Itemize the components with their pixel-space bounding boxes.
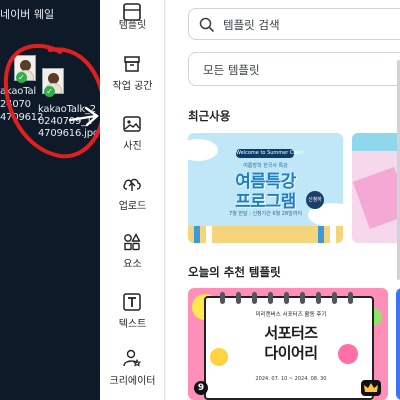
rail-item-elements[interactable]: 요소	[100, 228, 165, 284]
recent-section-title: 최근사용	[188, 109, 231, 123]
recommended-template-card-2[interactable]	[396, 288, 400, 400]
template-panel: 모든 템플릿 최근사용 Welcome to Summer Class 여름방학…	[166, 0, 400, 400]
diary-title-line1: 서포터즈	[264, 324, 318, 342]
rail-item-label: 요소	[123, 259, 142, 270]
file-label: 0240709_1	[38, 116, 93, 127]
rail-item-label: 작업 공간	[112, 81, 153, 92]
desktop-app-label[interactable]: 네이버 웨일	[0, 6, 54, 22]
rail-item-creator[interactable]: 크리에이터	[100, 346, 165, 400]
sync-check-icon: ✓	[16, 72, 27, 83]
rail-item-label: 업로드	[118, 201, 147, 212]
summer-apply-badge: 신청하기	[306, 191, 324, 221]
rail-item-label: 크리에이터	[109, 376, 156, 387]
upload-icon	[123, 178, 141, 191]
template-search-input[interactable]	[223, 15, 400, 35]
rail-item-label: 템플릿	[118, 20, 147, 31]
image-icon	[123, 116, 141, 132]
file-label: 24070	[0, 99, 31, 110]
rail-item-photo[interactable]: 사진	[100, 110, 165, 166]
cloud-decoration	[188, 139, 218, 161]
rail-item-label: 텍스트	[118, 319, 147, 330]
smiley-sticker	[210, 348, 228, 366]
diary-small-text: 미리캔버스 서포터즈 활동 후기	[255, 312, 327, 318]
folder-icon	[124, 56, 140, 72]
rail-item-workspace[interactable]: 작업 공간	[100, 50, 165, 106]
tool-rail: 템플릿 작업 공간 사진 업로드 요소 텍스트 크리에이터	[100, 0, 165, 400]
summer-badge: Welcome to Summer Class	[236, 149, 304, 158]
recent-template-card-2[interactable]	[352, 133, 400, 243]
file-label: 4709616.jpg	[38, 128, 99, 139]
file-label: kakaoTalk_2	[38, 104, 96, 115]
text-icon	[123, 293, 141, 311]
premium-crown-badge	[361, 380, 381, 396]
diary-footer-text: 2024. 07. 10 ~ 2024. 08. 30	[255, 376, 327, 382]
rail-item-text[interactable]: 텍스트	[100, 288, 165, 344]
desktop-area: 네이버 웨일 ✓ ✓ akaoTal 24070 4709612 kakaoTa…	[0, 0, 100, 400]
page-count-badge: 9	[194, 381, 208, 395]
recommended-template-card-diary[interactable]: 미리캔버스 서포터즈 활동 후기 서포터즈 다이어리 2024. 07. 10 …	[188, 288, 388, 400]
summer-sub-text: 7월 한달 : 신청기간 6월 28일까지	[229, 211, 302, 217]
template-filter-dropdown[interactable]: 모든 템플릿	[188, 52, 400, 86]
file-label: akaoTal	[0, 86, 36, 97]
elements-icon	[124, 233, 141, 251]
recommended-section-title: 오늘의 추천 템플릿	[188, 265, 281, 279]
recent-template-card-summer[interactable]: Welcome to Summer Class 여름방학 한국사 특강 여름특강…	[188, 133, 343, 243]
creator-icon	[123, 349, 142, 367]
filter-label: 모든 템플릿	[203, 63, 260, 77]
template-search-box[interactable]	[188, 8, 400, 40]
search-icon	[199, 17, 215, 33]
rail-item-label: 사진	[123, 141, 142, 152]
crown-icon	[364, 383, 378, 392]
rail-item-upload[interactable]: 업로드	[100, 170, 165, 226]
file-label: 4709612	[0, 112, 44, 123]
sticker-decoration	[338, 344, 358, 364]
sync-check-icon: ✓	[44, 86, 55, 97]
rail-item-template[interactable]: 템플릿	[100, 0, 165, 56]
